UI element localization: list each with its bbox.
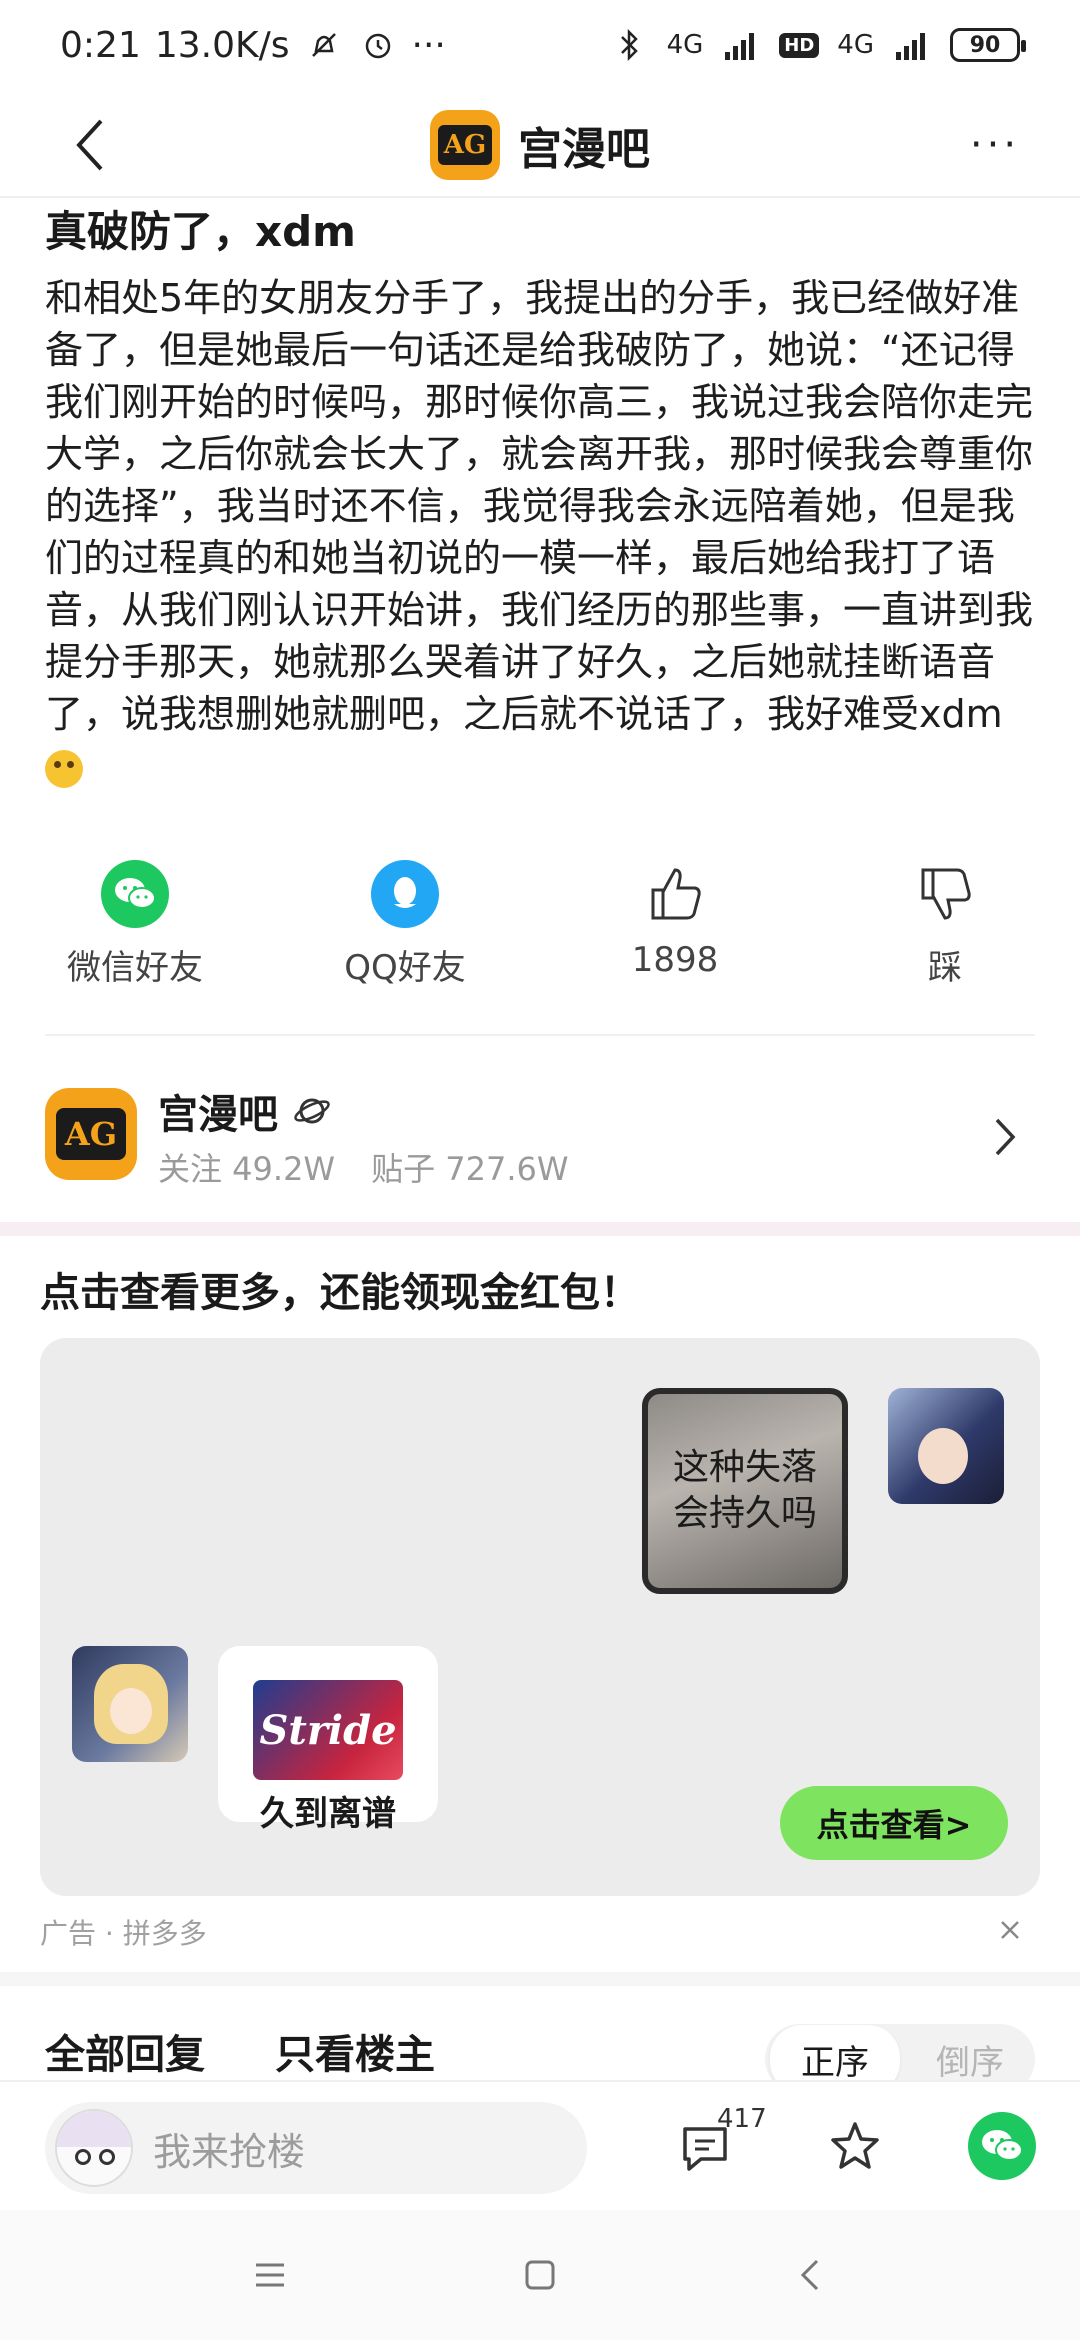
forum-posts: 贴子 727.6W xyxy=(371,1150,569,1188)
wechat-icon xyxy=(982,2130,1023,2161)
back-button[interactable] xyxy=(60,110,120,180)
reply-tabs: 全部回复 只看楼主 正序 倒序 xyxy=(0,2020,1080,2094)
menu-icon xyxy=(256,2263,284,2287)
status-bar: 0:21 13.0K/s ··· 4G HD 4G 90 xyxy=(0,0,1080,90)
section-separator xyxy=(0,1222,1080,1236)
section-separator-2 xyxy=(0,1972,1080,1986)
share-qq-button[interactable]: QQ好友 xyxy=(270,860,540,1000)
comment-input[interactable]: 我来抢楼 xyxy=(45,2102,587,2194)
forum-name: 宫漫吧 xyxy=(158,1092,278,1138)
battery-level: 90 xyxy=(969,32,1001,58)
share-actions: 微信好友 QQ好友 1898 踩 xyxy=(0,860,1080,1000)
like-count: 1898 xyxy=(631,940,719,980)
system-nav-bar xyxy=(0,2210,1080,2340)
hd-badge: HD xyxy=(779,32,820,58)
back-triangle-icon xyxy=(800,2259,819,2291)
post-content: 和相处5年的女朋友分手了，我提出的分手，我已经做好准备了，但是她最后一句话还是给… xyxy=(45,272,1035,792)
alarm-icon xyxy=(358,25,398,65)
ad-headline[interactable]: 点击查看更多，还能领现金红包！ xyxy=(40,1260,640,1318)
home-button[interactable] xyxy=(510,2245,570,2305)
header-forum-title[interactable]: AG 宫漫吧 xyxy=(430,110,650,180)
share-qq-label: QQ好友 xyxy=(344,948,466,988)
dislike-button[interactable]: 踩 xyxy=(810,860,1080,1000)
ad-wall-text-1: 这种失落 xyxy=(672,1447,817,1488)
thumbs-up-icon xyxy=(641,860,709,928)
page-title: 宫漫吧 xyxy=(518,124,650,175)
post-title: 真破防了，xdm xyxy=(45,207,356,256)
forum-avatar-icon: AG xyxy=(45,1088,137,1180)
menu-button[interactable] xyxy=(240,2245,300,2305)
forum-card[interactable]: AG 宫漫吧 关注 49.2W 贴子 727.6W xyxy=(0,1060,1080,1210)
system-back-button[interactable] xyxy=(780,2245,840,2305)
avatar xyxy=(55,2109,133,2187)
signal-label-2: 4G xyxy=(837,30,874,60)
ad-view-button[interactable]: 点击查看> xyxy=(780,1786,1008,1860)
favorite-button[interactable] xyxy=(820,2112,890,2182)
ad-product-caption: 久到离谱 xyxy=(260,1794,396,1834)
more-options-button[interactable]: ··· xyxy=(960,120,1030,170)
home-square-icon xyxy=(525,2260,555,2290)
signal-label-1: 4G xyxy=(666,30,704,60)
post-body-text: 和相处5年的女朋友分手了，我提出的分手，我已经做好准备了，但是她最后一句话还是给… xyxy=(45,276,1034,736)
star-icon xyxy=(831,2122,879,2169)
network-speed: 13.0K/s xyxy=(154,24,290,66)
ad-image-girl xyxy=(72,1646,188,1762)
wechat-icon xyxy=(101,860,169,928)
signal-icon-2 xyxy=(892,25,932,65)
close-ad-icon[interactable] xyxy=(990,1910,1030,1950)
mute-icon xyxy=(304,25,344,65)
like-button[interactable]: 1898 xyxy=(540,860,810,1000)
sort-descending-button[interactable]: 倒序 xyxy=(905,2035,1035,2084)
back-arrow-icon xyxy=(76,119,103,171)
tab-op-only[interactable]: 只看楼主 xyxy=(275,2022,435,2080)
ad-image-boy xyxy=(888,1388,1004,1504)
share-wechat-label: 微信好友 xyxy=(67,948,203,988)
comment-count-badge: 417 xyxy=(717,2104,767,2134)
tab-all-replies[interactable]: 全部回复 xyxy=(45,2022,205,2080)
ad-image-wall: 这种失落 会持久吗 xyxy=(642,1388,848,1594)
forum-logo-icon: AG xyxy=(430,110,500,180)
signal-icon xyxy=(721,25,761,65)
ad-source-label: 广告 · 拼多多 xyxy=(40,1917,207,1950)
dislike-label: 踩 xyxy=(928,948,962,988)
status-time: 0:21 xyxy=(60,24,141,66)
planet-badge-icon xyxy=(294,1098,330,1124)
forum-followers: 关注 49.2W xyxy=(158,1150,336,1188)
bluetooth-icon xyxy=(609,25,649,65)
chevron-right-icon xyxy=(995,1118,1016,1156)
forum-name-row: 宫漫吧 xyxy=(158,1082,332,1140)
battery-icon: 90 xyxy=(950,28,1026,62)
top-nav: AG 宫漫吧 ··· xyxy=(0,90,1080,200)
comment-placeholder: 我来抢楼 xyxy=(153,2129,306,2174)
crying-emoji-icon xyxy=(45,749,83,788)
status-more: ··· xyxy=(411,24,446,66)
divider xyxy=(45,1034,1035,1036)
bottom-action-bar: 我来抢楼 417 xyxy=(0,2080,1080,2210)
thumbs-down-icon xyxy=(911,860,979,928)
ad-banner[interactable]: 这种失落 会持久吗 Stride 久到离谱 点击查看> xyxy=(40,1338,1040,1896)
share-wechat-button[interactable]: 微信好友 xyxy=(0,860,270,1000)
gum-package-image: Stride xyxy=(253,1680,403,1780)
wechat-share-button[interactable] xyxy=(968,2112,1036,2180)
qq-icon xyxy=(371,860,439,928)
forum-stats: 关注 49.2W 贴子 727.6W xyxy=(158,1144,569,1190)
ad-wall-text-2: 会持久吗 xyxy=(672,1493,817,1534)
